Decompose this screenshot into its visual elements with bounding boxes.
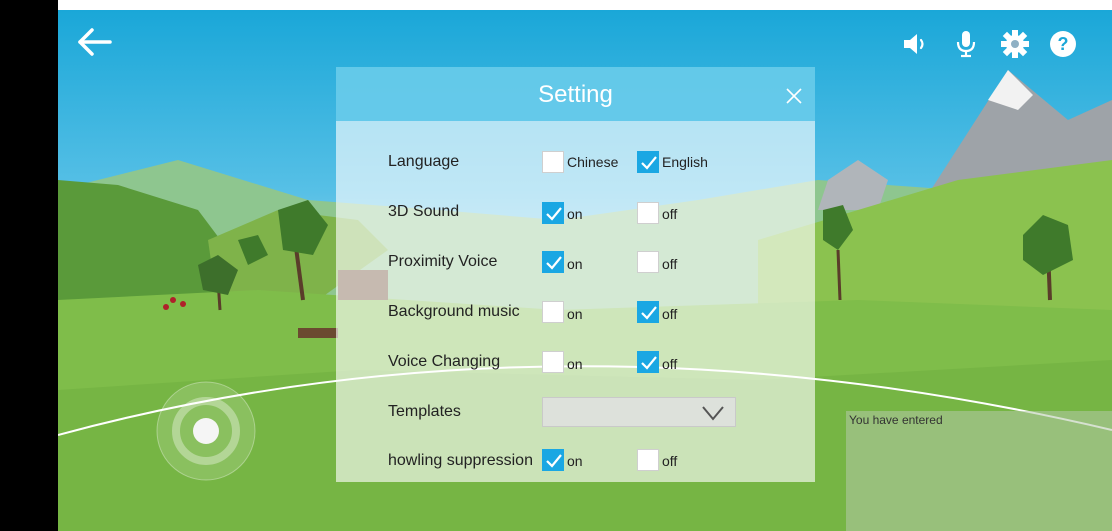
- voice-changing-off-label: off: [662, 356, 678, 372]
- sound3d-on-label: on: [567, 206, 583, 222]
- templates-dropdown[interactable]: [542, 397, 736, 427]
- sound3d-label: 3D Sound: [388, 203, 460, 220]
- speaker-icon: [904, 34, 924, 54]
- settings-button[interactable]: [1000, 29, 1030, 59]
- templates-label: Templates: [388, 403, 461, 420]
- settings-panel: Setting Language Chinese English 3D Soun…: [336, 67, 815, 482]
- speaker-button[interactable]: [902, 31, 932, 57]
- proximity-voice-label: Proximity Voice: [388, 253, 498, 270]
- proximity-voice-on-checkbox[interactable]: [542, 251, 564, 273]
- microphone-icon: [956, 31, 976, 58]
- help-icon: ?: [1050, 31, 1076, 57]
- language-label: Language: [388, 153, 460, 170]
- proximity-voice-off-checkbox[interactable]: [637, 251, 659, 273]
- checkmark-icon: [641, 356, 657, 370]
- sound3d-on-checkbox[interactable]: [542, 202, 564, 224]
- english-checkbox[interactable]: [637, 151, 659, 173]
- proximity-voice-on-label: on: [567, 256, 583, 272]
- game-scene: ? You have entered Setting Language Chin…: [0, 0, 1112, 531]
- howling-suppression-on-checkbox[interactable]: [542, 449, 564, 471]
- proximity-voice-off-label: off: [662, 256, 678, 272]
- howling-suppression-off-checkbox[interactable]: [637, 449, 659, 471]
- microphone-button[interactable]: [955, 29, 977, 59]
- sound3d-off-label: off: [662, 206, 678, 222]
- checkmark-icon: [546, 256, 562, 270]
- howling-suppression-on-label: on: [567, 453, 583, 469]
- checkmark-icon: [641, 306, 657, 320]
- howling-suppression-off-label: off: [662, 453, 678, 469]
- background-music-label: Background music: [388, 303, 520, 320]
- checkmark-icon: [546, 454, 562, 468]
- chat-message: You have entered: [849, 413, 943, 427]
- sound3d-off-checkbox[interactable]: [637, 202, 659, 224]
- voice-changing-off-checkbox[interactable]: [637, 351, 659, 373]
- background-music-on-checkbox[interactable]: [542, 301, 564, 323]
- voice-changing-label: Voice Changing: [388, 353, 501, 370]
- chinese-checkbox[interactable]: [542, 151, 564, 173]
- help-button[interactable]: ?: [1048, 29, 1078, 59]
- chat-log: You have entered: [846, 411, 1112, 531]
- settings-header: Setting: [336, 67, 815, 121]
- back-button[interactable]: [74, 24, 114, 60]
- movement-joystick[interactable]: [156, 381, 256, 481]
- english-label: English: [662, 154, 708, 170]
- joystick-icon: [156, 381, 256, 481]
- chinese-label: Chinese: [567, 154, 619, 170]
- close-button[interactable]: [783, 85, 805, 107]
- checkmark-icon: [546, 207, 562, 221]
- checkmark-icon: [641, 156, 657, 170]
- back-arrow-icon: [78, 28, 112, 56]
- howling-suppression-label: howling suppression: [388, 452, 533, 469]
- gear-icon: [1001, 30, 1029, 58]
- chevron-down-icon: [702, 406, 724, 421]
- background-music-off-label: off: [662, 306, 678, 322]
- background-music-on-label: on: [567, 306, 583, 322]
- voice-changing-on-label: on: [567, 356, 583, 372]
- black-side-bar: [0, 0, 58, 531]
- background-music-off-checkbox[interactable]: [637, 301, 659, 323]
- voice-changing-on-checkbox[interactable]: [542, 351, 564, 373]
- close-icon: [786, 88, 802, 104]
- svg-text:?: ?: [1058, 34, 1069, 54]
- settings-title: Setting: [538, 81, 613, 108]
